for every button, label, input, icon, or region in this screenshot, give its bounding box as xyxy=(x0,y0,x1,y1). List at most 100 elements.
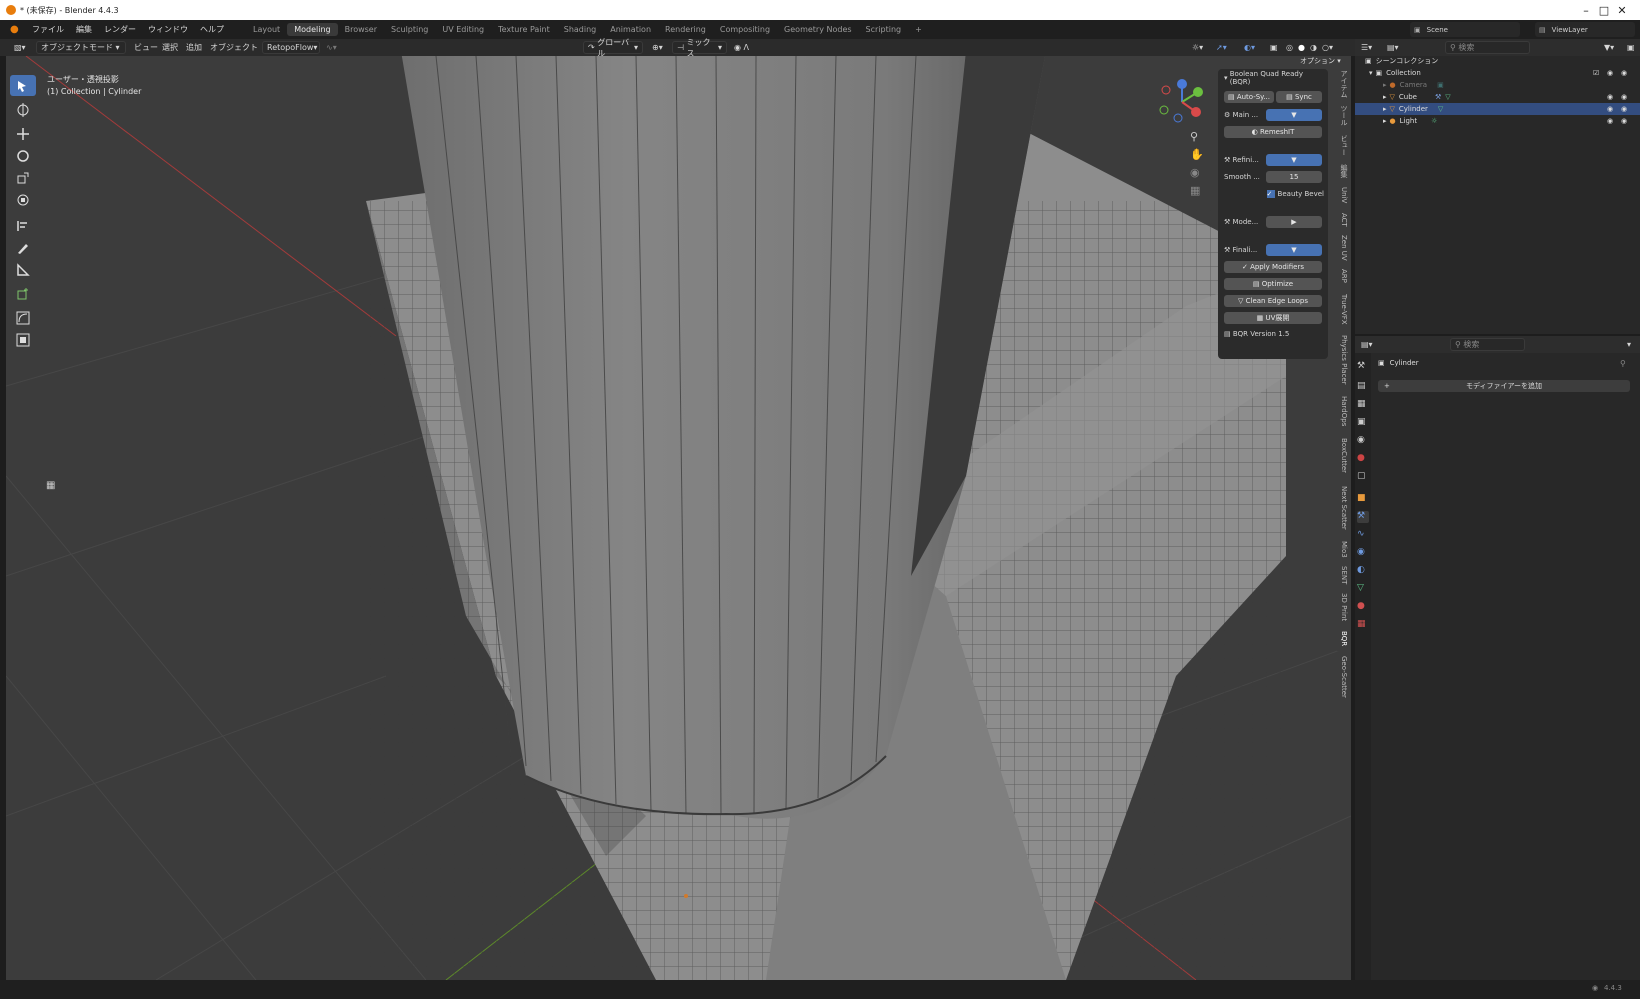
menu-render[interactable]: レンダー xyxy=(98,24,142,35)
overlay-icon[interactable]: ◐▾ xyxy=(1240,41,1259,54)
tab-mio3[interactable]: Mio3 xyxy=(1337,537,1351,561)
tab-physics-placer[interactable]: Physics Placer xyxy=(1337,331,1351,389)
object-tab-icon[interactable]: ■ xyxy=(1357,493,1369,505)
transform-orientation[interactable]: ↷ グローバル ▾ xyxy=(583,38,643,58)
camera-view-icon[interactable]: ◉ xyxy=(1190,166,1200,179)
outliner-search-input[interactable]: ⚲ 検索 xyxy=(1445,41,1530,54)
outliner-item-cylinder[interactable]: ▸ ▽ Cylinder ▽ ◉ ◉ xyxy=(1355,103,1640,115)
auto-sync-button[interactable]: ▤ Auto-Sy... xyxy=(1224,91,1274,103)
clean-edge-loops-button[interactable]: ▽ Clean Edge Loops xyxy=(1224,295,1322,307)
tab-sent[interactable]: SENT xyxy=(1337,563,1351,587)
add-cube-tool[interactable] xyxy=(10,283,36,304)
light-eye-icon[interactable]: ◉ xyxy=(1607,117,1613,125)
select-box-tool[interactable] xyxy=(10,75,36,96)
visibility-icon[interactable]: ☼▾ xyxy=(1188,41,1207,54)
smooth-value-field[interactable]: 15 xyxy=(1266,171,1322,183)
render-tab-icon[interactable]: ▤ xyxy=(1357,381,1369,393)
collection-checkbox[interactable]: ☑ xyxy=(1593,69,1599,77)
proportional-icon[interactable]: ◉ Λ xyxy=(730,41,753,54)
tab-arp[interactable]: ARP xyxy=(1337,265,1351,287)
mode-selector[interactable]: オブジェクトモード ▾ xyxy=(36,41,126,54)
tab-true-vfx[interactable]: True-VFX xyxy=(1337,289,1351,329)
editor-type-icon[interactable]: ▧▾ xyxy=(10,41,30,54)
collection-eye-icon[interactable]: ◉ xyxy=(1607,69,1613,77)
refine-dropdown-button[interactable]: ▼ xyxy=(1266,154,1322,166)
particles-tab-icon[interactable]: ∿ xyxy=(1357,529,1369,541)
tab-view[interactable]: ビュー xyxy=(1337,131,1351,159)
uv-unwrap-button[interactable]: ▦ UV展開 xyxy=(1224,312,1322,324)
draw-tool[interactable] xyxy=(10,237,36,258)
tab-scripting[interactable]: Scripting xyxy=(859,23,909,36)
pin-icon[interactable]: ⚲ xyxy=(1620,359,1626,368)
data-tab-icon[interactable]: ▽ xyxy=(1357,583,1369,595)
tab-compositing[interactable]: Compositing xyxy=(713,23,777,36)
apply-modifiers-button[interactable]: ✓ Apply Modifiers xyxy=(1224,261,1322,273)
tab-hardops[interactable]: HardOps xyxy=(1337,391,1351,431)
beauty-bevel-row[interactable]: ✓ Beauty Bevel xyxy=(1224,188,1324,200)
remeshit-button[interactable]: ◐ RemeshIT xyxy=(1224,126,1322,138)
tab-boxcutter[interactable]: BoxCutter xyxy=(1337,433,1351,479)
close-button[interactable]: ✕ xyxy=(1604,0,1640,20)
measure-tool[interactable] xyxy=(10,259,36,280)
add-modifier-button[interactable]: + モディファイアーを追加 xyxy=(1378,380,1630,392)
zoom-icon[interactable]: ⚲ xyxy=(1190,130,1198,143)
mode-expand-button[interactable]: ▶ xyxy=(1266,216,1322,228)
bend-tool[interactable] xyxy=(10,307,36,328)
tab-uv-editing[interactable]: UV Editing xyxy=(435,23,491,36)
tab-animation[interactable]: Animation xyxy=(603,23,658,36)
navigation-gizmo[interactable] xyxy=(1158,78,1206,126)
shading-rendered-icon[interactable]: ○▾ xyxy=(1318,41,1337,54)
tab-browser[interactable]: Browser xyxy=(338,23,384,36)
outliner-item-light[interactable]: ▸ ● Light ☼ ◉ ◉ xyxy=(1355,115,1640,127)
shear-tool[interactable] xyxy=(10,329,36,350)
curve-icon[interactable]: ∿▾ xyxy=(322,41,341,54)
view-layer-tab-icon[interactable]: ▣ xyxy=(1357,417,1369,429)
properties-options-icon[interactable]: ▾ xyxy=(1623,338,1635,351)
tab-sculpting[interactable]: Sculpting xyxy=(384,23,435,36)
texture-tab-icon[interactable]: ▦ xyxy=(1357,619,1369,631)
optimize-button[interactable]: ▤ Optimize xyxy=(1224,278,1322,290)
pan-hand-icon[interactable]: ✋ xyxy=(1190,148,1204,161)
scene-tab-icon[interactable]: ◉ xyxy=(1357,435,1369,447)
world-tab-icon[interactable]: ● xyxy=(1357,453,1369,465)
properties-type-icon[interactable]: ▤▾ xyxy=(1357,338,1377,351)
tab-univ[interactable]: UniV xyxy=(1337,183,1351,207)
perspective-toggle-icon[interactable]: ▦ xyxy=(1190,184,1200,197)
blender-menu-icon[interactable]: ● xyxy=(10,24,26,36)
tab-tool[interactable]: ツール xyxy=(1337,101,1351,129)
tab-geometry-nodes[interactable]: Geometry Nodes xyxy=(777,23,858,36)
tab-rendering[interactable]: Rendering xyxy=(658,23,713,36)
tab-bqr[interactable]: BQR xyxy=(1337,627,1351,651)
tab-act[interactable]: ACT xyxy=(1337,209,1351,231)
outliner-root[interactable]: ▣ シーンコレクション xyxy=(1355,55,1640,67)
scene-selector[interactable]: ▣ Scene xyxy=(1410,22,1520,37)
rotate-tool[interactable] xyxy=(10,145,36,166)
tab-layout[interactable]: Layout xyxy=(246,23,287,36)
bqr-panel-header[interactable]: ▾ Boolean Quad Ready (BQR) xyxy=(1224,70,1324,86)
material-tab-icon[interactable]: ● xyxy=(1357,601,1369,613)
annotate-tool[interactable] xyxy=(10,215,36,236)
pivot-icon[interactable]: ⊕▾ xyxy=(648,41,667,54)
cube-eye-icon[interactable]: ◉ xyxy=(1607,93,1613,101)
cylinder-camera-icon[interactable]: ◉ xyxy=(1621,105,1627,113)
new-collection-icon[interactable]: ▣ xyxy=(1623,41,1639,54)
modifier-tab-icon[interactable]: ⚒ xyxy=(1357,511,1369,523)
menu-add[interactable]: 追加 xyxy=(182,41,206,54)
display-mode-icon[interactable]: ▤▾ xyxy=(1383,41,1403,54)
scale-tool[interactable] xyxy=(10,167,36,188)
cursor-tool[interactable] xyxy=(10,99,36,120)
3d-viewport[interactable] xyxy=(6,56,1351,980)
tab-modeling[interactable]: Modeling xyxy=(287,23,338,36)
collection-tab-icon[interactable]: ▢ xyxy=(1357,471,1369,483)
filter-icon[interactable]: ▼▾ xyxy=(1600,41,1618,54)
move-tool[interactable] xyxy=(10,123,36,144)
snap-menu[interactable]: ⊣ ミックス ▾ xyxy=(672,38,727,58)
constraints-tab-icon[interactable]: ◐ xyxy=(1357,565,1369,577)
menu-edit[interactable]: 編集 xyxy=(70,24,98,35)
main-dropdown-button[interactable]: ▼ xyxy=(1266,109,1322,121)
outliner-collection[interactable]: ▾ ▣ Collection ☑ ◉ ◉ xyxy=(1355,67,1640,79)
outliner-type-icon[interactable]: ☰▾ xyxy=(1357,41,1376,54)
tab-item[interactable]: アイテム xyxy=(1337,69,1351,99)
retopoflow-menu[interactable]: RetopoFlow ▾ xyxy=(262,41,320,54)
sync-button[interactable]: ▤ Sync xyxy=(1276,91,1322,103)
